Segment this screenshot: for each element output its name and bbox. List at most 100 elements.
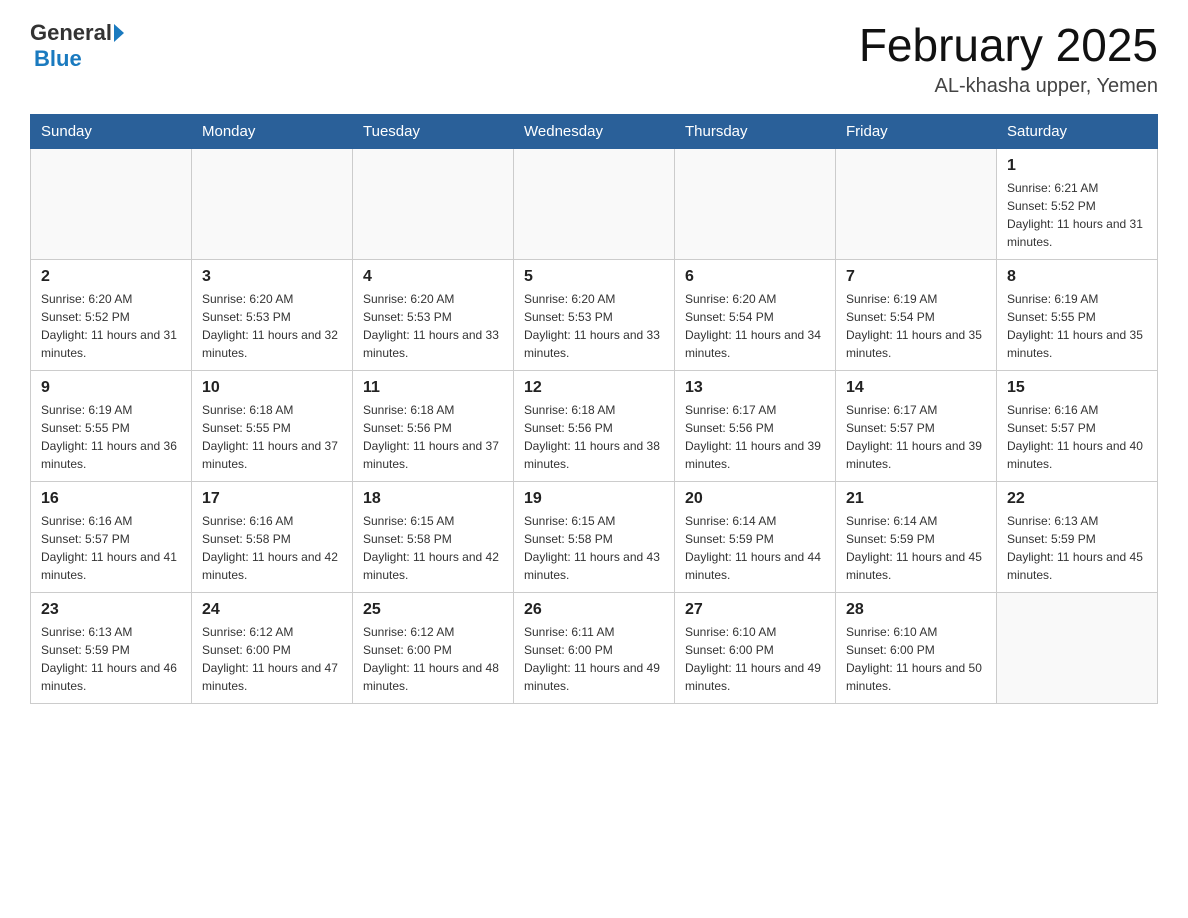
logo-blue-text: Blue	[34, 46, 82, 72]
day-number: 24	[202, 601, 342, 619]
calendar-week-row: 9 Sunrise: 6:19 AM Sunset: 5:55 PM Daylig…	[31, 370, 1158, 481]
calendar-cell: 12 Sunrise: 6:18 AM Sunset: 5:56 PM Dayli…	[514, 370, 675, 481]
day-info: Sunrise: 6:16 AM Sunset: 5:58 PM Dayligh…	[202, 512, 342, 584]
calendar-week-row: 16 Sunrise: 6:16 AM Sunset: 5:57 PM Dayli…	[31, 481, 1158, 592]
day-info: Sunrise: 6:16 AM Sunset: 5:57 PM Dayligh…	[1007, 401, 1147, 473]
day-info: Sunrise: 6:12 AM Sunset: 6:00 PM Dayligh…	[202, 623, 342, 695]
day-number: 4	[363, 268, 503, 286]
day-info: Sunrise: 6:20 AM Sunset: 5:53 PM Dayligh…	[524, 290, 664, 362]
calendar-week-row: 1 Sunrise: 6:21 AM Sunset: 5:52 PM Daylig…	[31, 148, 1158, 259]
day-number: 25	[363, 601, 503, 619]
day-info: Sunrise: 6:17 AM Sunset: 5:56 PM Dayligh…	[685, 401, 825, 473]
day-number: 7	[846, 268, 986, 286]
calendar-cell: 19Sunrise: 6:15 AM Sunset: 5:58 PM Dayli…	[514, 481, 675, 592]
calendar-cell: 11Sunrise: 6:18 AM Sunset: 5:56 PM Dayli…	[353, 370, 514, 481]
weekday-header-row: SundayMondayTuesdayWednesdayThursdayFrid…	[31, 114, 1158, 148]
weekday-header-tuesday: Tuesday	[353, 114, 514, 148]
day-number: 14	[846, 379, 986, 397]
calendar-table: SundayMondayTuesdayWednesdayThursdayFrid…	[30, 114, 1158, 704]
day-info: Sunrise: 6:18 AM Sunset: 5:56 PM Dayligh…	[524, 401, 664, 473]
calendar-cell: 8 Sunrise: 6:19 AM Sunset: 5:55 PM Daylig…	[997, 259, 1158, 370]
calendar-cell	[192, 148, 353, 259]
calendar-cell: 25 Sunrise: 6:12 AM Sunset: 6:00 PM Dayli…	[353, 592, 514, 703]
day-info: Sunrise: 6:20 AM Sunset: 5:53 PM Dayligh…	[363, 290, 503, 362]
day-info: Sunrise: 6:15 AM Sunset: 5:58 PM Dayligh…	[524, 512, 664, 584]
day-number: 8	[1007, 268, 1147, 286]
calendar-cell: 2 Sunrise: 6:20 AM Sunset: 5:52 PM Daylig…	[31, 259, 192, 370]
weekday-header-friday: Friday	[836, 114, 997, 148]
calendar-body: 1 Sunrise: 6:21 AM Sunset: 5:52 PM Daylig…	[31, 148, 1158, 703]
calendar-cell: 6Sunrise: 6:20 AM Sunset: 5:54 PM Daylig…	[675, 259, 836, 370]
day-info: Sunrise: 6:14 AM Sunset: 5:59 PM Dayligh…	[846, 512, 986, 584]
day-number: 16	[41, 490, 181, 508]
calendar-cell: 27 Sunrise: 6:10 AM Sunset: 6:00 PM Dayli…	[675, 592, 836, 703]
logo-general-text: General	[30, 20, 112, 46]
calendar-cell: 23 Sunrise: 6:13 AM Sunset: 5:59 PM Dayli…	[31, 592, 192, 703]
day-info: Sunrise: 6:10 AM Sunset: 6:00 PM Dayligh…	[685, 623, 825, 695]
calendar-cell	[836, 148, 997, 259]
day-number: 21	[846, 490, 986, 508]
day-number: 22	[1007, 490, 1147, 508]
logo-arrow-icon	[114, 24, 124, 42]
day-number: 17	[202, 490, 342, 508]
day-info: Sunrise: 6:10 AM Sunset: 6:00 PM Dayligh…	[846, 623, 986, 695]
day-number: 18	[363, 490, 503, 508]
calendar-cell: 28Sunrise: 6:10 AM Sunset: 6:00 PM Dayli…	[836, 592, 997, 703]
calendar-cell: 4 Sunrise: 6:20 AM Sunset: 5:53 PM Daylig…	[353, 259, 514, 370]
calendar-title: February 2025	[859, 20, 1158, 71]
calendar-header: SundayMondayTuesdayWednesdayThursdayFrid…	[31, 114, 1158, 148]
page-header: General Blue February 2025 AL-khasha upp…	[30, 20, 1158, 98]
calendar-cell	[353, 148, 514, 259]
calendar-cell: 1 Sunrise: 6:21 AM Sunset: 5:52 PM Daylig…	[997, 148, 1158, 259]
day-info: Sunrise: 6:20 AM Sunset: 5:52 PM Dayligh…	[41, 290, 181, 362]
calendar-cell	[514, 148, 675, 259]
weekday-header-wednesday: Wednesday	[514, 114, 675, 148]
calendar-week-row: 2 Sunrise: 6:20 AM Sunset: 5:52 PM Daylig…	[31, 259, 1158, 370]
day-info: Sunrise: 6:11 AM Sunset: 6:00 PM Dayligh…	[524, 623, 664, 695]
day-number: 3	[202, 268, 342, 286]
day-info: Sunrise: 6:20 AM Sunset: 5:53 PM Dayligh…	[202, 290, 342, 362]
calendar-cell: 14 Sunrise: 6:17 AM Sunset: 5:57 PM Dayli…	[836, 370, 997, 481]
day-number: 11	[363, 379, 503, 397]
day-info: Sunrise: 6:17 AM Sunset: 5:57 PM Dayligh…	[846, 401, 986, 473]
day-info: Sunrise: 6:14 AM Sunset: 5:59 PM Dayligh…	[685, 512, 825, 584]
day-number: 27	[685, 601, 825, 619]
calendar-cell	[31, 148, 192, 259]
calendar-cell: 26 Sunrise: 6:11 AM Sunset: 6:00 PM Dayli…	[514, 592, 675, 703]
day-info: Sunrise: 6:18 AM Sunset: 5:55 PM Dayligh…	[202, 401, 342, 473]
calendar-week-row: 23 Sunrise: 6:13 AM Sunset: 5:59 PM Dayli…	[31, 592, 1158, 703]
day-number: 20	[685, 490, 825, 508]
day-info: Sunrise: 6:13 AM Sunset: 5:59 PM Dayligh…	[1007, 512, 1147, 584]
day-info: Sunrise: 6:13 AM Sunset: 5:59 PM Dayligh…	[41, 623, 181, 695]
day-info: Sunrise: 6:19 AM Sunset: 5:54 PM Dayligh…	[846, 290, 986, 362]
calendar-cell: 16 Sunrise: 6:16 AM Sunset: 5:57 PM Dayli…	[31, 481, 192, 592]
calendar-cell: 13 Sunrise: 6:17 AM Sunset: 5:56 PM Dayli…	[675, 370, 836, 481]
day-info: Sunrise: 6:19 AM Sunset: 5:55 PM Dayligh…	[1007, 290, 1147, 362]
day-number: 1	[1007, 157, 1147, 175]
day-number: 9	[41, 379, 181, 397]
calendar-cell: 7 Sunrise: 6:19 AM Sunset: 5:54 PM Daylig…	[836, 259, 997, 370]
day-number: 12	[524, 379, 664, 397]
day-number: 5	[524, 268, 664, 286]
day-info: Sunrise: 6:21 AM Sunset: 5:52 PM Dayligh…	[1007, 179, 1147, 251]
calendar-cell: 17 Sunrise: 6:16 AM Sunset: 5:58 PM Dayli…	[192, 481, 353, 592]
calendar-cell	[997, 592, 1158, 703]
day-number: 26	[524, 601, 664, 619]
calendar-cell: 9 Sunrise: 6:19 AM Sunset: 5:55 PM Daylig…	[31, 370, 192, 481]
day-number: 23	[41, 601, 181, 619]
calendar-cell	[675, 148, 836, 259]
weekday-header-thursday: Thursday	[675, 114, 836, 148]
weekday-header-monday: Monday	[192, 114, 353, 148]
calendar-cell: 20 Sunrise: 6:14 AM Sunset: 5:59 PM Dayli…	[675, 481, 836, 592]
logo: General Blue	[30, 20, 124, 72]
day-info: Sunrise: 6:16 AM Sunset: 5:57 PM Dayligh…	[41, 512, 181, 584]
day-number: 13	[685, 379, 825, 397]
day-number: 10	[202, 379, 342, 397]
calendar-cell: 5 Sunrise: 6:20 AM Sunset: 5:53 PM Daylig…	[514, 259, 675, 370]
title-section: February 2025 AL-khasha upper, Yemen	[859, 20, 1158, 98]
day-number: 2	[41, 268, 181, 286]
day-info: Sunrise: 6:12 AM Sunset: 6:00 PM Dayligh…	[363, 623, 503, 695]
day-info: Sunrise: 6:19 AM Sunset: 5:55 PM Dayligh…	[41, 401, 181, 473]
calendar-cell: 22 Sunrise: 6:13 AM Sunset: 5:59 PM Dayli…	[997, 481, 1158, 592]
day-info: Sunrise: 6:20 AM Sunset: 5:54 PM Dayligh…	[685, 290, 825, 362]
